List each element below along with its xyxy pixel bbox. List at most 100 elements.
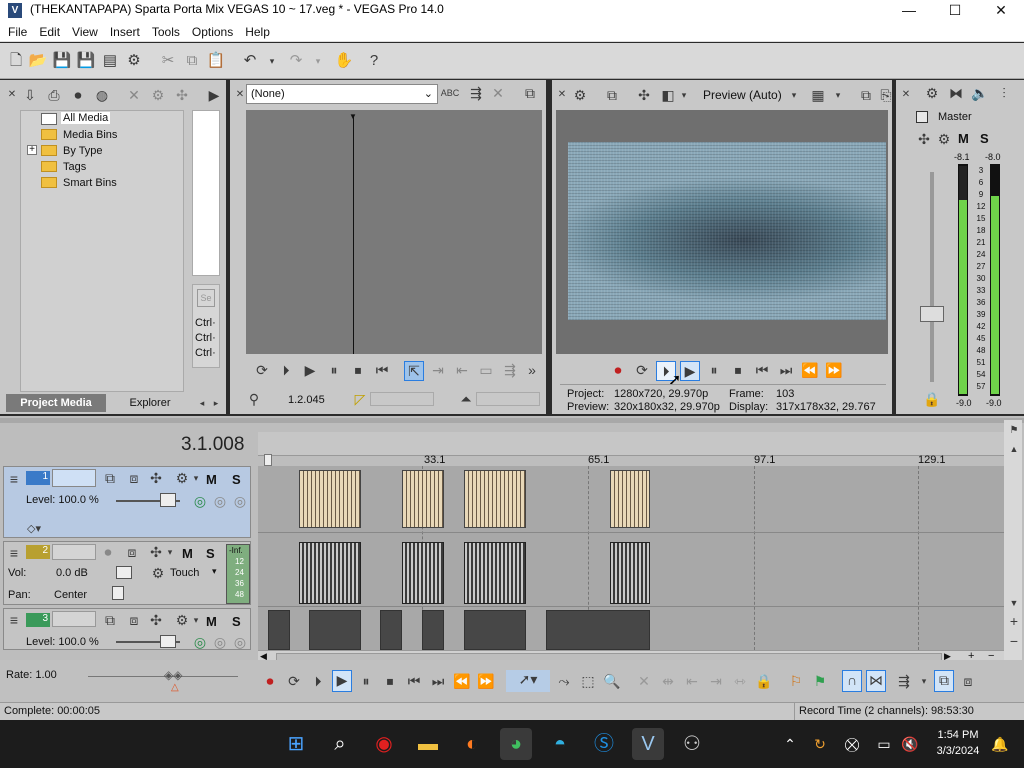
more-icon[interactable]: » (522, 361, 542, 379)
splitter[interactable] (0, 418, 1024, 423)
lock-envelopes-icon[interactable]: ⧉ (934, 670, 954, 692)
close-button[interactable]: ✕ (978, 0, 1024, 22)
tab-project-media[interactable]: Project Media (6, 394, 106, 412)
save-snapshot-icon[interactable]: ⎘ (876, 86, 896, 104)
menu-help[interactable]: Help (237, 22, 274, 39)
chevron-down-icon[interactable]: ▾ (186, 469, 206, 487)
preview-properties-icon[interactable]: ⚙ (570, 86, 590, 104)
redo-icon[interactable]: ↷ (286, 51, 306, 71)
scroll-up-icon[interactable]: ▲ (1004, 440, 1024, 458)
automation-icon[interactable]: ⚙ (148, 564, 168, 582)
mute-button[interactable]: M (958, 131, 969, 146)
parent-overlay-icon[interactable]: ◎ (210, 633, 230, 651)
audio-clip[interactable] (299, 542, 361, 604)
go-end-icon[interactable]: ⏭ (428, 672, 448, 690)
track-fx-icon[interactable]: ⧈ (124, 469, 144, 487)
firefox-icon[interactable]: ◐ (456, 728, 488, 760)
playhead-handle[interactable] (264, 454, 272, 466)
update-icon[interactable]: ↻ (804, 728, 836, 760)
open-icon[interactable]: 📂 (28, 51, 48, 71)
split-screen-icon[interactable]: ✣ (634, 86, 654, 104)
dim-output-icon[interactable]: 🔈 (970, 84, 990, 102)
auto-crossfade-icon[interactable]: ⋈ (866, 670, 886, 692)
master-fx-settings-icon[interactable]: ⚙ (934, 130, 954, 148)
level-slider[interactable] (160, 635, 176, 648)
video-clip[interactable] (546, 610, 650, 650)
in-point-icon[interactable]: ◸ (350, 390, 370, 408)
trim-start-icon[interactable]: ⇤ (682, 672, 702, 690)
fit-icon[interactable]: ▭ (476, 361, 496, 379)
auto-ripple-icon[interactable]: ⇶ (894, 672, 914, 690)
mixer-properties-icon[interactable]: ⚙ (922, 84, 942, 102)
video-clip[interactable] (402, 470, 444, 528)
search-icon[interactable]: ⌕ (324, 728, 356, 760)
stop-icon[interactable]: ⏹ (348, 361, 368, 379)
video-clip[interactable] (380, 610, 402, 650)
collapse-icon[interactable]: ≡ (4, 611, 24, 629)
collapse-icon[interactable]: ≡ (4, 470, 24, 488)
video-clip[interactable] (464, 610, 526, 650)
lock-icon[interactable]: 🔒 (922, 390, 942, 408)
parent-overlay-icon[interactable]: ◎ (210, 492, 230, 510)
tree-item-smart-bins[interactable]: Smart Bins (63, 177, 117, 189)
copy-snapshot-icon[interactable]: ⧉ (856, 86, 876, 104)
automation-mode[interactable]: Touch (170, 567, 199, 579)
envelope-tool-icon[interactable]: ⤳ (554, 672, 574, 690)
play-icon[interactable]: ▶ (332, 670, 352, 692)
record-icon[interactable]: ⏺ (260, 672, 280, 690)
remove-icon[interactable]: ✕ (124, 86, 144, 104)
mask-icon[interactable]: ◎ (230, 492, 250, 510)
loop-icon[interactable]: ⟳ (252, 361, 272, 379)
marker-icon[interactable]: ⇶ (466, 84, 486, 102)
insert-icon[interactable]: ⇥ (428, 361, 448, 379)
pause-icon[interactable]: ⏸ (356, 672, 376, 690)
pan-slider[interactable] (112, 586, 124, 600)
split-icon[interactable]: ⇿ (730, 672, 750, 690)
volume-slider[interactable] (116, 566, 132, 579)
go-start-icon[interactable]: ⏮ (404, 672, 424, 690)
notification-bell-icon[interactable]: 🔔 (984, 728, 1016, 760)
tray-chevron-icon[interactable]: ⌃ (774, 728, 806, 760)
chevron-down-icon[interactable]: ▾ (212, 566, 217, 577)
mask-icon[interactable]: ◎ (230, 633, 250, 651)
compositing-icon[interactable]: ✣ (146, 611, 166, 629)
web-icon[interactable]: ◍ (92, 86, 112, 104)
snapping-icon[interactable]: ∩ (842, 670, 862, 692)
go-start-icon[interactable]: ⏮ (372, 361, 392, 379)
event-fx-icon[interactable]: ✋ (334, 51, 354, 71)
undo-dropdown-icon[interactable]: ▾ (262, 51, 282, 71)
tree-item-all-media[interactable]: All Media (61, 112, 111, 124)
pin-icon[interactable]: ⚲ (244, 390, 264, 408)
vegas-taskbar-icon[interactable]: V (632, 728, 664, 760)
save-as-icon[interactable]: 💾 (76, 51, 96, 71)
stop-icon[interactable]: ⏹ (380, 672, 400, 690)
overlays-icon[interactable]: ▦ (808, 86, 828, 104)
video-clip[interactable] (610, 470, 650, 528)
track-name-field[interactable] (52, 611, 96, 627)
trimmer-display[interactable]: ▼ (246, 110, 542, 354)
video-clip[interactable] (464, 470, 526, 528)
tree-item-by-type[interactable]: By Type (63, 145, 103, 157)
audio-clip[interactable] (610, 542, 650, 604)
delete-icon[interactable]: ✕ (634, 672, 654, 690)
chevron-down-icon[interactable]: ▾ (828, 86, 848, 104)
rate-slider[interactable]: ◈◈ (164, 668, 182, 682)
trim-end-icon[interactable]: ⇥ (706, 672, 726, 690)
zoom-tool-icon[interactable]: 🔍 (602, 672, 622, 690)
tab-explorer[interactable]: Explorer (110, 394, 190, 412)
record-icon[interactable]: ⏺ (608, 361, 628, 379)
track-fx-icon[interactable]: ⧈ (124, 611, 144, 629)
new-icon[interactable]: 🗋 (6, 51, 26, 71)
pause-icon[interactable]: ⏸ (704, 361, 724, 379)
overwrite-icon[interactable]: ⇤ (452, 361, 472, 379)
composite-mode-icon[interactable]: ◎ (190, 633, 210, 651)
tree-item-media-bins[interactable]: Media Bins (63, 129, 117, 141)
chevron-down-icon[interactable]: ▾ (186, 611, 206, 629)
video-clip[interactable] (268, 610, 290, 650)
selection-length-field[interactable] (370, 392, 434, 406)
minimize-button[interactable]: — (886, 0, 932, 22)
app-icon[interactable]: ⚇ (676, 728, 708, 760)
skype-icon[interactable]: Ⓢ (588, 728, 620, 760)
maximize-button[interactable]: ☐ (932, 0, 978, 22)
solo-button[interactable]: S (980, 131, 989, 146)
